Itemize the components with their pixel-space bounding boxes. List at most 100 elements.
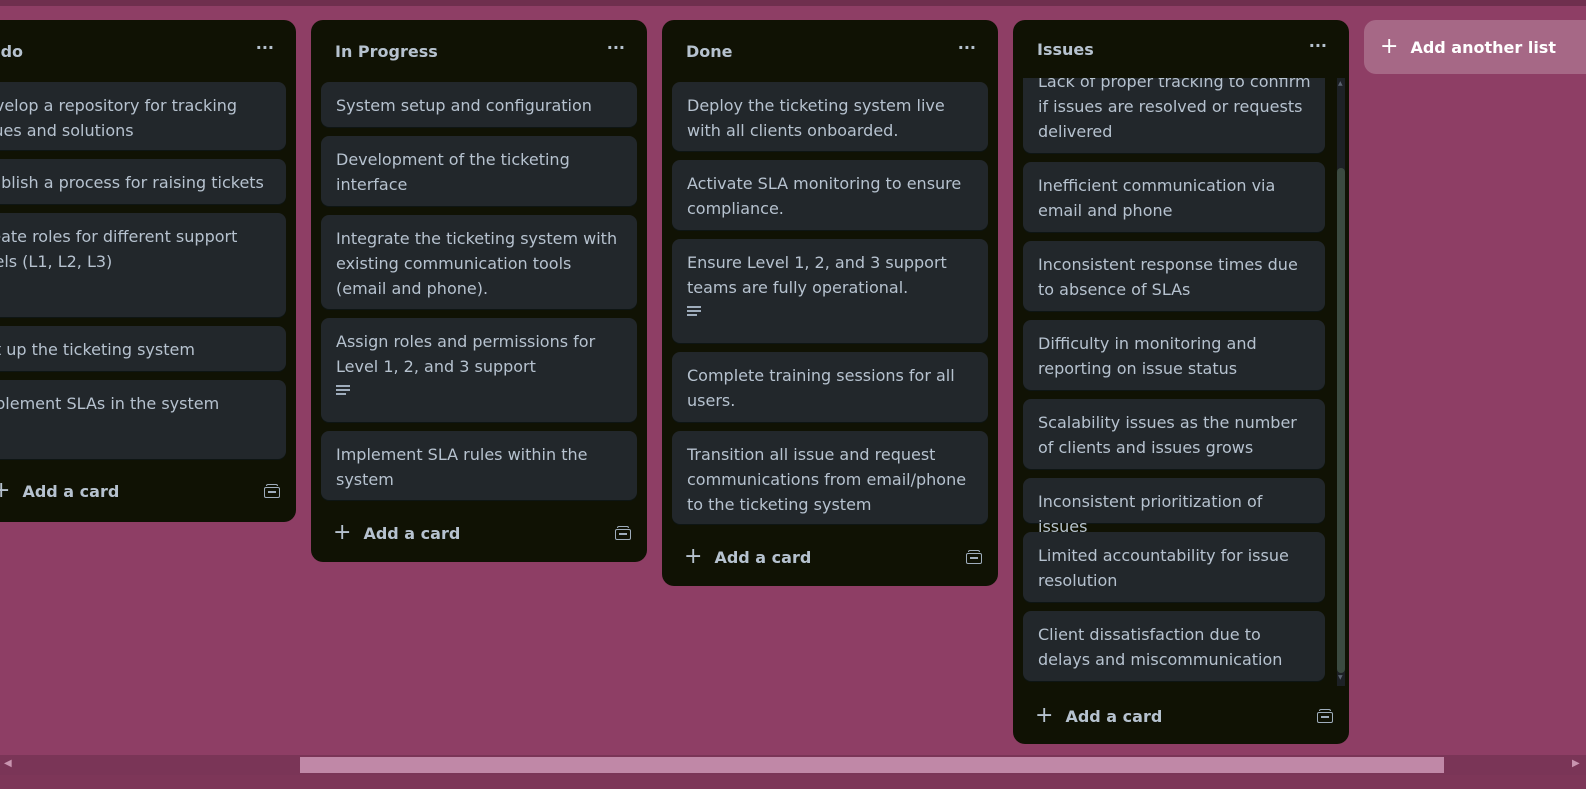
card[interactable]: Deploy the ticketing system live with al… bbox=[672, 82, 988, 151]
list-issues: Issues ··· Lack of proper tracking to co… bbox=[1013, 20, 1349, 744]
board-scrollbar-thumb[interactable] bbox=[300, 757, 1444, 773]
card-title: Limited accountability for issue resolut… bbox=[1038, 546, 1289, 590]
plus-icon: + bbox=[1035, 703, 1054, 728]
scroll-right-icon[interactable]: ▶ bbox=[1572, 758, 1580, 769]
card-title: Implement SLA rules within the system bbox=[336, 445, 588, 489]
card-title: Scalability issues as the number of clie… bbox=[1038, 413, 1297, 457]
board-horizontal-scrollbar[interactable]: ◀ ▶ bbox=[0, 755, 1586, 775]
card[interactable]: Transition all issue and request communi… bbox=[672, 431, 988, 524]
card[interactable]: Assign roles and permissions for Level 1… bbox=[321, 318, 637, 422]
plus-icon: + bbox=[0, 478, 11, 503]
list-title[interactable]: Issues bbox=[1037, 40, 1094, 59]
card[interactable]: tablish a process for raising tickets bbox=[0, 159, 286, 204]
list-todo: o do ··· evelop a repository for trackin… bbox=[0, 20, 296, 522]
card-template-icon[interactable] bbox=[1317, 709, 1333, 723]
plus-icon: + bbox=[333, 520, 352, 545]
plus-icon: + bbox=[684, 544, 703, 569]
list-header: o do ··· bbox=[0, 20, 286, 82]
card-template-icon[interactable] bbox=[615, 526, 631, 540]
card-title: Ensure Level 1, 2, and 3 support teams a… bbox=[687, 253, 947, 297]
scroll-left-icon[interactable]: ◀ bbox=[4, 758, 12, 769]
card-title: Activate SLA monitoring to ensure compli… bbox=[687, 174, 962, 218]
card[interactable]: Implement SLA rules within the system bbox=[321, 431, 637, 500]
card-title: Assign roles and permissions for Level 1… bbox=[336, 332, 596, 376]
add-card-row: + Add a card bbox=[672, 531, 988, 583]
board-top-bar bbox=[0, 0, 1586, 6]
card[interactable]: Ensure Level 1, 2, and 3 support teams a… bbox=[672, 239, 988, 343]
add-card-button[interactable]: + Add a card bbox=[684, 546, 811, 568]
card[interactable]: Difficulty in monitoring and reporting o… bbox=[1023, 320, 1325, 390]
scroll-down-icon[interactable]: ▼ bbox=[1338, 674, 1343, 681]
card[interactable]: evelop a repository for tracking sues an… bbox=[0, 82, 286, 150]
card-title: Inconsistent prioritization of issues bbox=[1038, 492, 1263, 536]
card[interactable]: Development of the ticketing interface bbox=[321, 136, 637, 206]
card-title: Development of the ticketing interface bbox=[336, 150, 570, 194]
card[interactable]: nplement SLAs in the system bbox=[0, 380, 286, 459]
card-list: Lack of proper tracking to confirm if is… bbox=[1023, 78, 1325, 681]
list-scrollbar-thumb[interactable] bbox=[1337, 168, 1345, 673]
card[interactable]: et up the ticketing system bbox=[0, 326, 286, 371]
add-card-label: Add a card bbox=[714, 547, 812, 567]
plus-icon: + bbox=[1380, 34, 1399, 59]
description-icon bbox=[687, 306, 701, 316]
add-card-label: Add a card bbox=[1065, 706, 1163, 726]
card[interactable]: Inconsistent response times due to absen… bbox=[1023, 241, 1325, 311]
add-another-list-button[interactable]: + Add another list bbox=[1364, 20, 1586, 74]
card[interactable]: Client dissatisfaction due to delays and… bbox=[1023, 611, 1325, 681]
list-in-progress: In Progress ··· System setup and configu… bbox=[311, 20, 647, 562]
card-list: Deploy the ticketing system live with al… bbox=[672, 82, 988, 524]
list-title[interactable]: Done bbox=[686, 42, 733, 61]
card-list-scroll-area[interactable]: Lack of proper tracking to confirm if is… bbox=[1023, 78, 1327, 688]
card-title: Integrate the ticketing system with exis… bbox=[336, 229, 618, 298]
list-scrollbar[interactable]: ▲ ▼ bbox=[1337, 78, 1345, 686]
card-title: Inefficient communication via email and … bbox=[1038, 176, 1276, 220]
card-template-icon[interactable] bbox=[966, 550, 982, 564]
card[interactable]: Complete training sessions for all users… bbox=[672, 352, 988, 422]
board-bottom-bar bbox=[0, 775, 1586, 789]
card[interactable]: Scalability issues as the number of clie… bbox=[1023, 399, 1325, 469]
card[interactable]: Limited accountability for issue resolut… bbox=[1023, 532, 1325, 602]
add-card-button[interactable]: + Add a card bbox=[333, 522, 460, 544]
card[interactable]: System setup and configuration bbox=[321, 82, 637, 127]
add-card-row: + Add a card bbox=[321, 507, 637, 559]
card[interactable]: reate roles for different support vels (… bbox=[0, 213, 286, 317]
card-title: evelop a repository for tracking sues an… bbox=[0, 96, 238, 140]
card-title: reate roles for different support vels (… bbox=[0, 227, 238, 271]
add-card-button[interactable]: + Add a card bbox=[0, 480, 119, 502]
add-card-button[interactable]: + Add a card bbox=[1035, 705, 1162, 727]
card-title: Complete training sessions for all users… bbox=[687, 366, 955, 410]
card-title: Client dissatisfaction due to delays and… bbox=[1038, 625, 1283, 669]
add-card-row: + Add a card bbox=[0, 465, 286, 517]
cards-container: Lack of proper tracking to confirm if is… bbox=[1023, 78, 1325, 681]
add-card-label: Add a card bbox=[22, 481, 120, 501]
scroll-up-icon[interactable]: ▲ bbox=[1338, 80, 1343, 87]
card-title: System setup and configuration bbox=[336, 96, 592, 115]
card[interactable]: Integrate the ticketing system with exis… bbox=[321, 215, 637, 309]
card-title: Inconsistent response times due to absen… bbox=[1038, 255, 1298, 299]
add-card-label: Add a card bbox=[363, 523, 461, 543]
list-header: Done ··· bbox=[672, 20, 988, 82]
list-title[interactable]: In Progress bbox=[335, 42, 438, 61]
list-header: Issues ··· bbox=[1023, 20, 1339, 78]
card-title: et up the ticketing system bbox=[0, 340, 195, 359]
card-title: nplement SLAs in the system bbox=[0, 394, 220, 413]
list-menu-icon[interactable]: ··· bbox=[607, 40, 625, 56]
list-menu-icon[interactable]: ··· bbox=[958, 40, 976, 56]
list-title[interactable]: o do bbox=[0, 42, 23, 61]
card-list: System setup and configuration Developme… bbox=[321, 82, 637, 500]
description-icon bbox=[336, 385, 350, 395]
card[interactable]: Inconsistent prioritization of issues bbox=[1023, 478, 1325, 536]
list-menu-icon[interactable]: ··· bbox=[1309, 38, 1327, 54]
card-title: Difficulty in monitoring and reporting o… bbox=[1038, 334, 1257, 378]
card-template-icon[interactable] bbox=[264, 484, 280, 498]
card-title: Deploy the ticketing system live with al… bbox=[687, 96, 945, 140]
card-title: Transition all issue and request communi… bbox=[687, 445, 967, 514]
card[interactable]: Activate SLA monitoring to ensure compli… bbox=[672, 160, 988, 230]
card[interactable]: Lack of proper tracking to confirm if is… bbox=[1023, 78, 1325, 153]
card-title: Lack of proper tracking to confirm if is… bbox=[1038, 78, 1311, 141]
list-menu-icon[interactable]: ··· bbox=[256, 40, 274, 56]
card[interactable]: Inefficient communication via email and … bbox=[1023, 162, 1325, 232]
list-done: Done ··· Deploy the ticketing system liv… bbox=[662, 20, 998, 586]
add-card-row: + Add a card bbox=[1023, 690, 1339, 742]
list-header: In Progress ··· bbox=[321, 20, 637, 82]
